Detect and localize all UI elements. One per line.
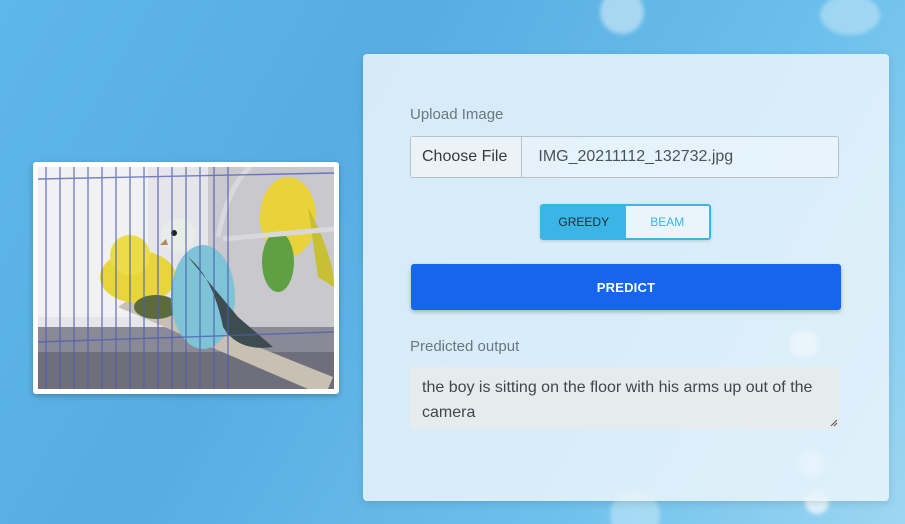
caption-form-panel: Upload Image Choose File IMG_20211112_13… bbox=[363, 54, 889, 501]
predict-button[interactable]: PREDICT bbox=[411, 264, 841, 310]
predicted-output-textarea[interactable]: the boy is sitting on the floor with his… bbox=[410, 367, 840, 429]
upload-image-label: Upload Image bbox=[410, 106, 504, 123]
choose-file-button[interactable]: Choose File bbox=[411, 137, 523, 177]
file-input[interactable]: Choose File IMG_20211112_132732.jpg bbox=[410, 136, 839, 178]
image-preview bbox=[38, 167, 334, 389]
beam-option-button[interactable]: BEAM bbox=[625, 206, 709, 238]
image-preview-card bbox=[33, 162, 339, 394]
bokeh-light bbox=[600, 0, 644, 34]
greedy-option-button[interactable]: GREEDY bbox=[542, 206, 626, 238]
predicted-output-text: the boy is sitting on the floor with his… bbox=[422, 379, 813, 421]
textarea-resize-icon[interactable] bbox=[830, 419, 838, 427]
selected-file-name: IMG_20211112_132732.jpg bbox=[538, 148, 734, 165]
predicted-output-label: Predicted output bbox=[410, 338, 520, 355]
app-background: Upload Image Choose File IMG_20211112_13… bbox=[0, 0, 905, 524]
bokeh-light bbox=[820, 0, 880, 35]
decoding-mode-toggle: GREEDY BEAM bbox=[540, 204, 711, 240]
